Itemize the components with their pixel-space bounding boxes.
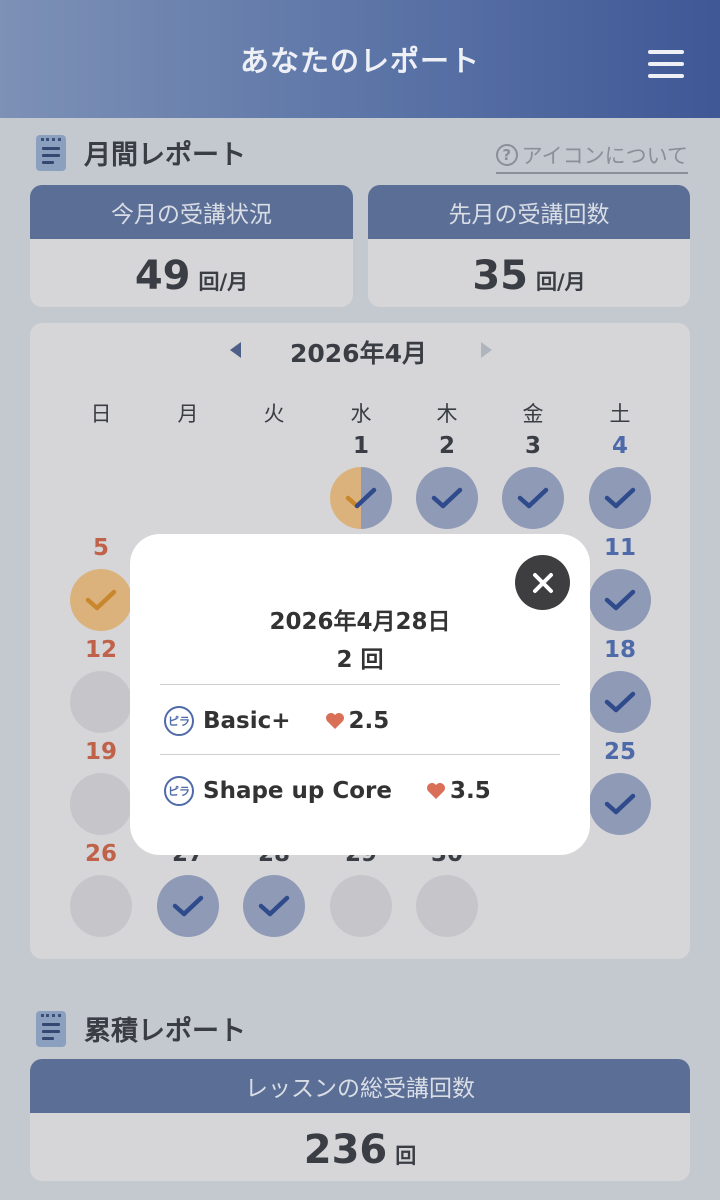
card-label: 今月の受講状況 [30,185,353,239]
app-header: あなたのレポート [0,0,720,118]
day-cell[interactable] [70,875,132,937]
this-month-card: 今月の受講状況 49 回/月 [30,185,353,307]
about-icons-link[interactable]: ? アイコンについて [495,140,688,174]
check-icon [430,485,464,511]
total-lessons-value: 236 [303,1127,388,1173]
last-month-unit: 回/月 [536,270,586,294]
day-number: 26 [84,841,117,867]
close-icon [532,572,553,593]
check-icon [84,587,118,613]
memo-icon [36,134,66,171]
weekday-label: 火 [263,402,285,426]
day-cell[interactable] [416,467,478,529]
day-number: 19 [84,739,117,765]
lesson-name: Basic+ [203,708,291,734]
weekday-label: 木 [436,402,458,426]
day-cell[interactable] [502,467,564,529]
lesson-score: 2.5 [348,708,390,734]
next-month-arrow-icon[interactable] [481,342,492,358]
memo-icon [36,1010,66,1047]
lesson-row[interactable]: ピラ Basic+ 2.5 [164,701,564,741]
check-icon [603,689,637,715]
check-icon [171,893,205,919]
weekday-label: 水 [350,402,372,426]
day-number: 1 [352,433,369,459]
heart-icon [426,782,446,800]
day-cell[interactable] [589,773,651,835]
monthly-report-heading: 月間レポート [36,133,246,172]
divider [160,754,560,755]
weekday-label: 日 [90,402,112,426]
weekday-label: 月 [177,402,199,426]
card-label: 先月の受講回数 [368,185,690,239]
day-cell[interactable] [330,875,392,937]
heart-icon [325,712,345,730]
pilates-icon: ピラ [164,706,194,736]
day-number: 2 [438,433,455,459]
day-number: 12 [84,637,117,663]
section-title: 月間レポート [84,140,246,171]
popup-date: 2026年4月28日 [269,609,451,635]
check-icon [516,485,550,511]
calendar-month-title: 2026年4月 [290,339,427,368]
day-cell[interactable] [243,875,305,937]
lesson-name: Shape up Core [203,778,392,804]
page-title: あなたのレポート [239,44,480,78]
total-lessons-card: レッスンの総受講回数 236 回 [30,1059,690,1181]
divider [160,684,560,685]
prev-month-arrow-icon[interactable] [230,342,241,358]
day-number: 25 [603,739,636,765]
day-number: 18 [603,637,636,663]
check-icon [603,485,637,511]
check-icon [344,485,378,511]
day-number: 11 [603,535,636,561]
section-title: 累積レポート [84,1016,246,1047]
day-cell[interactable] [416,875,478,937]
weekday-label: 金 [522,402,544,426]
day-cell[interactable] [330,467,392,529]
cumulative-report-heading: 累積レポート [36,1009,246,1048]
close-popup-button[interactable] [515,555,570,610]
check-icon [603,587,637,613]
lesson-row[interactable]: ピラ Shape up Core 3.5 [164,771,564,811]
day-cell[interactable] [589,467,651,529]
lesson-score: 3.5 [450,778,491,804]
day-cell[interactable] [70,569,132,631]
day-cell[interactable] [70,671,132,733]
day-cell[interactable] [157,875,219,937]
this-month-value: 49 [134,253,191,299]
pilates-icon: ピラ [164,776,194,806]
this-month-unit: 回/月 [198,270,249,294]
question-icon: ? [495,144,518,166]
day-number: 5 [92,535,109,561]
day-number: 4 [611,433,628,459]
day-number: 3 [524,433,541,459]
popup-count: 2 回 [336,647,384,673]
day-cell[interactable] [70,773,132,835]
check-icon [603,791,637,817]
about-icons-label: アイコンについて [521,144,688,168]
card-label: レッスンの総受講回数 [30,1059,690,1113]
weekday-label: 土 [609,402,631,426]
day-cell[interactable] [589,569,651,631]
total-lessons-unit: 回 [395,1144,417,1168]
calendar-nav: 2026年4月 [0,334,720,368]
hamburger-menu-icon[interactable] [648,50,684,78]
check-icon [257,893,291,919]
day-cell[interactable] [589,671,651,733]
last-month-value: 35 [472,253,528,299]
last-month-card: 先月の受講回数 35 回/月 [368,185,690,307]
